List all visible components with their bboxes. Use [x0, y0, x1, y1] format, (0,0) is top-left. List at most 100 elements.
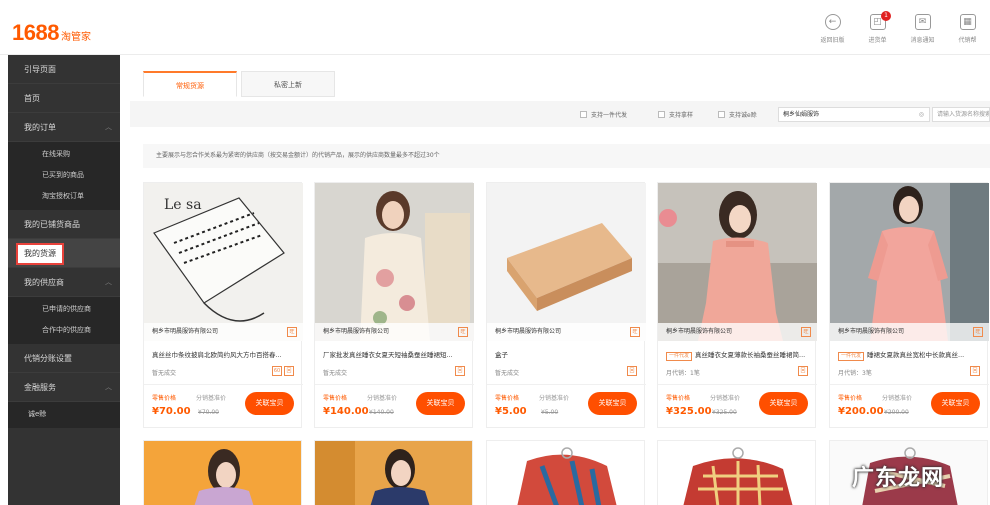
product-title[interactable]: 真丝丝巾条纹披肩北欧简约风大方巾百搭春... — [152, 349, 295, 359]
sidebar-item-label: 我的货源 — [16, 243, 64, 265]
sidebar-item-label: 我的已铺货商品 — [24, 220, 80, 229]
distribution-price: ¥70.00 — [198, 409, 219, 416]
logo-number: 1688 — [12, 20, 59, 45]
dropship-checkbox[interactable]: 支持一件代发 — [580, 110, 627, 119]
supplier-name-text: 桐乡市明晨服饰有限公司 — [323, 328, 390, 335]
link-product-button[interactable]: 关联宝贝 — [416, 392, 465, 415]
chevron-down-icon: ◎ — [918, 111, 924, 118]
sidebar-item-home[interactable]: 首页 — [8, 84, 120, 113]
sidebar-item-my-sources[interactable]: 我的货源 — [8, 239, 120, 268]
product-card-partial[interactable] — [314, 440, 473, 505]
product-title[interactable]: 一件代发 睡裙女夏款真丝宽松中长款真丝... — [838, 349, 981, 361]
tab-private-new[interactable]: 私密上新 — [241, 71, 335, 97]
credit-checkbox[interactable]: 支持诚e赊 — [718, 110, 757, 119]
product-image[interactable] — [830, 183, 989, 341]
return-badge-icon: 回 — [455, 366, 465, 376]
link-product-button[interactable]: 关联宝贝 — [588, 392, 637, 415]
supplier-name[interactable]: 桐乡市明晨服饰有限公司 旺 — [830, 323, 989, 341]
distribution-price-label: 分销基准价 — [367, 395, 398, 402]
return-badge-icon: 回 — [798, 366, 808, 376]
distribution-price-label: 分销基准价 — [539, 395, 570, 402]
sample-checkbox[interactable]: 支持拿样 — [658, 110, 693, 119]
supplier-select[interactable]: 桐乡仙娟服饰 ◎ — [778, 107, 930, 122]
product-title[interactable]: 盒子 — [495, 349, 638, 359]
retail-price: ¥325.00 — [666, 406, 712, 417]
product-title-text: 厂家批发真丝睡衣女夏天短袖桑蚕丝睡裙短... — [323, 351, 453, 359]
divider — [144, 384, 303, 385]
product-image[interactable] — [487, 183, 646, 341]
supplier-name[interactable]: 桐乡市明晨服饰有限公司 旺 — [487, 323, 646, 341]
days-badge-icon: 60 — [272, 366, 282, 376]
tab-regular-sources[interactable]: 常规货源 — [143, 71, 237, 97]
purchase-list-button[interactable]: ◰ 1 进货单 — [855, 11, 900, 44]
sidebar-item-label: 金融服务 — [24, 383, 56, 392]
product-card-partial[interactable] — [657, 440, 816, 505]
sidebar-subitem-cooperating-suppliers[interactable]: 合作中的供应商 — [8, 320, 120, 341]
helper-button[interactable]: ▦ 代销帮 — [945, 14, 990, 44]
search-input[interactable]: 请输入货源名称搜索 — [932, 107, 990, 122]
messages-label: 消息通知 — [910, 37, 935, 44]
product-card-partial[interactable] — [143, 440, 302, 505]
sidebar-subitem-applied-suppliers[interactable]: 已申请的供应商 — [8, 299, 120, 320]
product-image[interactable] — [315, 183, 474, 341]
sidebar-item-finance[interactable]: 金融服务 ︿ — [8, 373, 120, 402]
product-image[interactable] — [658, 183, 817, 341]
product-title[interactable]: 厂家批发真丝睡衣女夏天短袖桑蚕丝睡裙短... — [323, 349, 466, 359]
sidebar-item-guide[interactable]: 引导页面 — [8, 55, 120, 84]
supplier-name[interactable]: 桐乡市明晨服饰有限公司 旺 — [315, 323, 474, 341]
sidebar-item-label: 代销分账设置 — [24, 354, 72, 363]
return-badge-icon: 回 — [970, 366, 980, 376]
supplier-name[interactable]: 桐乡市明晨服饰有限公司 旺 — [144, 323, 303, 341]
messages-button[interactable]: ✉ 消息通知 — [900, 14, 945, 44]
product-image[interactable]: Le sa — [144, 183, 303, 341]
supplier-name-text: 桐乡市明晨服饰有限公司 — [838, 328, 905, 335]
sidebar: 引导页面 首页 我的订单 ︿ 在线采购 已买到的商品 淘宝授权订单 我的已铺货商品… — [8, 55, 120, 505]
divider — [830, 384, 989, 385]
link-product-button[interactable]: 关联宝贝 — [245, 392, 294, 415]
retail-price: ¥70.00 — [152, 406, 191, 417]
sidebar-item-suppliers[interactable]: 我的供应商 ︿ — [8, 268, 120, 297]
chevron-up-icon: ︿ — [105, 383, 112, 391]
sidebar-subitem-credit[interactable]: 诚e赊 — [8, 404, 120, 425]
sidebar-item-split-settings[interactable]: 代销分账设置 — [8, 344, 120, 373]
sidebar-subitem-online-purchase[interactable]: 在线采购 — [8, 144, 120, 165]
distribution-price-label: 分销基准价 — [710, 395, 741, 402]
store-icon: 旺 — [630, 327, 640, 337]
dropship-label: 支持一件代发 — [591, 112, 628, 119]
retail-price: ¥140.00 — [323, 406, 369, 417]
purchase-list-label: 进货单 — [868, 37, 887, 44]
retail-price: ¥5.00 — [495, 406, 527, 417]
back-old-version-button[interactable]: ← 返回旧版 — [810, 14, 855, 44]
return-badge-icon: 回 — [627, 366, 637, 376]
supplier-name[interactable]: 桐乡市明晨服饰有限公司 旺 — [658, 323, 817, 341]
source-tabs: 常规货源 私密上新 — [143, 71, 339, 97]
logo[interactable]: 1688 淘管家 — [12, 20, 91, 46]
distribution-price: ¥5.00 — [541, 409, 559, 416]
credit-label: 支持诚e赊 — [729, 112, 757, 119]
mail-icon: ✉ — [914, 14, 931, 30]
sales-info: 月代销：3笔 — [838, 370, 872, 377]
sales-info: 月代销：1笔 — [666, 370, 700, 377]
sidebar-submenu-finance: 诚e赊 — [8, 402, 120, 428]
dropship-tag: 一件代发 — [838, 352, 865, 361]
supplier-name-text: 桐乡市明晨服饰有限公司 — [152, 328, 219, 335]
product-title[interactable]: 一件代发 真丝睡衣女夏薄款长袖桑蚕丝睡裙简... — [666, 349, 809, 361]
sidebar-item-label: 首页 — [24, 94, 40, 103]
link-product-button[interactable]: 关联宝贝 — [759, 392, 808, 415]
sidebar-item-orders[interactable]: 我的订单 ︿ — [8, 113, 120, 142]
sidebar-item-listed-products[interactable]: 我的已铺货商品 — [8, 210, 120, 239]
retail-price-label: 零售价格 — [323, 395, 348, 402]
top-bar: 1688 淘管家 ← 返回旧版 ◰ 1 进货单 ✉ 消息通知 ▦ 代销帮 — [0, 0, 990, 55]
distribution-price: ¥200.00 — [884, 409, 909, 416]
checkbox-box — [580, 111, 587, 118]
product-badges: 60 回 — [270, 366, 294, 376]
link-product-button[interactable]: 关联宝贝 — [931, 392, 980, 415]
product-card-partial[interactable] — [486, 440, 645, 505]
product-card: 桐乡市明晨服饰有限公司 旺 一件代发 睡裙女夏款真丝宽松中长款真丝... 月代销：3… — [829, 182, 989, 428]
chevron-up-icon: ︿ — [105, 123, 112, 131]
product-title-text: 真丝睡衣女夏薄款长袖桑蚕丝睡裙简... — [695, 351, 806, 359]
checkbox-box — [718, 111, 725, 118]
sidebar-subitem-taobao-orders[interactable]: 淘宝授权订单 — [8, 186, 120, 207]
store-icon: 旺 — [973, 327, 983, 337]
sidebar-subitem-bought-items[interactable]: 已买到的商品 — [8, 165, 120, 186]
